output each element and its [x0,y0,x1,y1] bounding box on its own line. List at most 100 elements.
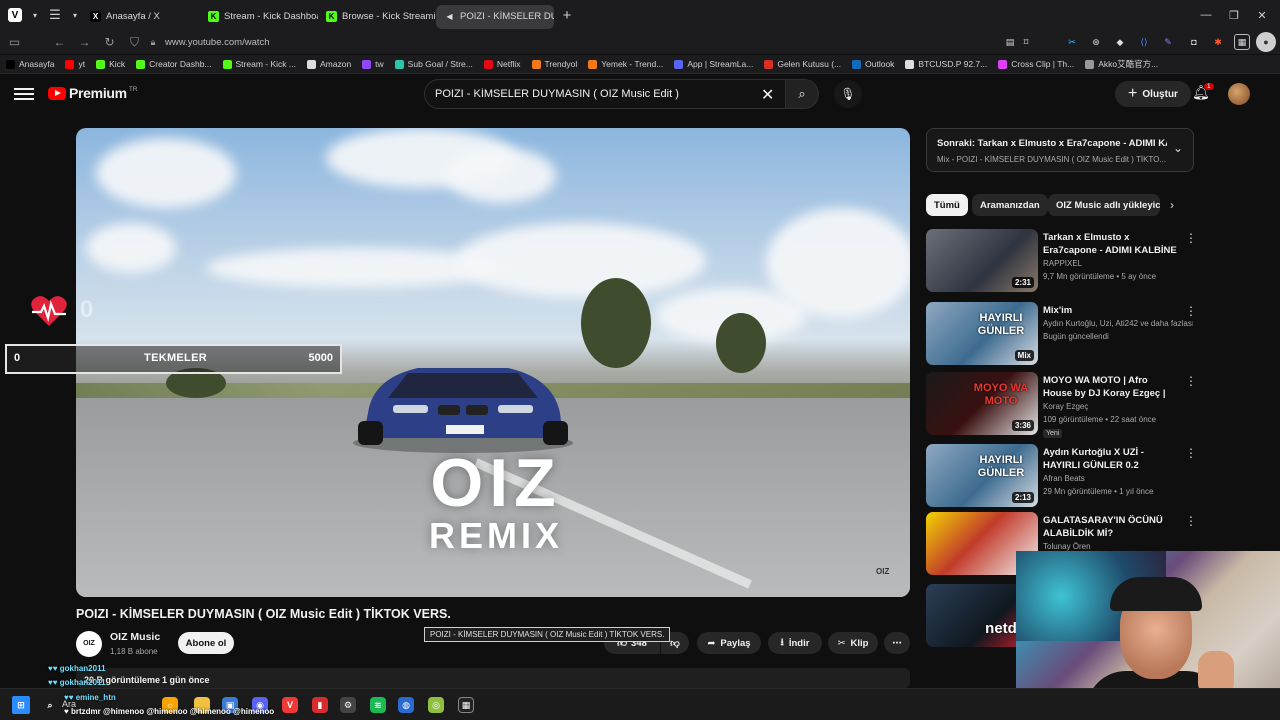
recommended-video[interactable]: 2:31 Tarkan x Elmusto x Era7capone - ADIM… [926,229,1197,293]
menu-icon[interactable] [14,85,34,101]
chevron-down-icon[interactable]: ⌄ [1173,141,1183,155]
app-icon[interactable]: ◍ [398,697,414,713]
more-vertical-icon[interactable]: ⋮ [1185,304,1197,318]
panel-toggle-icon[interactable]: ▭ [2,30,27,54]
recommended-title[interactable]: MOYO WA MOTO | Afro House by DJ Koray Ez… [1043,374,1179,400]
up-next-title: Sonraki: Tarkan x Elmusto x Era7capone -… [937,138,1167,149]
tab-youtube[interactable]: ◀ POIZI - KİMSELER DUYMAS [436,4,554,29]
bookmark-item[interactable]: Sub Goal / Stre... [394,59,473,69]
app-icon[interactable]: ⚙ [340,697,356,713]
chevron-right-icon[interactable]: › [1170,198,1174,212]
more-actions-button[interactable]: ⋯ [884,632,910,654]
vivaldi-icon[interactable]: V [282,697,298,713]
extension-icon[interactable]: ⊛ [1088,34,1104,50]
video-thumbnail[interactable]: HAYIRLI GÜNLER Mix [926,302,1038,365]
bookmark-icon[interactable]: ⌑ [1018,34,1034,50]
extension-icon[interactable]: ◆ [1112,34,1128,50]
share-button[interactable]: ➦ Paylaş [697,632,761,654]
back-icon[interactable]: ← [47,30,72,54]
extension-icon[interactable]: ◘ [1186,34,1202,50]
bookmark-favicon-icon [65,59,75,69]
bookmark-item[interactable]: Gelen Kutusu (... [764,59,841,69]
profile-avatar[interactable]: ● [1256,32,1276,52]
bookmark-item[interactable]: App | StreamLa... [674,59,753,69]
bookmark-item[interactable]: Creator Dashb... [136,59,212,69]
clear-search-icon[interactable]: ✕ [761,85,774,105]
windows-start-icon[interactable]: ⊞ [12,696,30,714]
bookmark-item[interactable]: Amazon [306,59,351,69]
chip-uploader[interactable]: OIZ Music adlı yükleyici [1048,194,1160,216]
more-vertical-icon[interactable]: ⋮ [1185,446,1197,460]
app-icon[interactable]: ▦ [458,697,474,713]
search-input[interactable] [435,88,755,100]
bookmark-item[interactable]: tw [362,59,384,69]
more-vertical-icon[interactable]: ⋮ [1185,374,1197,388]
recommended-title[interactable]: GALATASARAY'IN ÖCÜNÜ ALABİLDİK Mİ? [1043,514,1179,540]
account-avatar[interactable] [1228,83,1250,105]
extension-icon[interactable]: ✎ [1160,34,1176,50]
extension-icon[interactable]: ✱ [1210,34,1226,50]
recommended-title[interactable]: Tarkan x Elmusto x Era7capone - ADIMI KA… [1043,231,1179,257]
bookmark-item[interactable]: yt [65,59,85,69]
forward-icon[interactable]: → [72,30,97,54]
create-button[interactable]: + Oluştur [1115,81,1191,107]
extension-icon[interactable]: ⟨⟩ [1136,34,1152,50]
recommended-video[interactable]: HAYIRLI GÜNLER 2:13 Aydın Kurtoğlu X UZİ -… [926,444,1197,508]
video-thumbnail[interactable]: MOYO WA MOTO 3:36 [926,372,1038,435]
bookmark-item[interactable]: Trendyol [531,59,577,69]
clip-button[interactable]: ✂ Klip [828,632,878,654]
vivaldi-menu-icon[interactable]: V [2,0,28,30]
chip-from-search[interactable]: Aramanızdan [972,194,1048,216]
recommended-channel[interactable]: Afran Beats [1043,474,1193,483]
recommended-channel[interactable]: Koray Ezgeç [1043,402,1193,411]
extension-icon[interactable]: ▦ [1234,34,1250,50]
tab-kick-dashboard[interactable]: K Stream - Kick Dashboard [200,5,318,29]
search-icon[interactable]: ⌕ [42,697,58,713]
subscribe-button[interactable]: Abone ol [178,632,234,654]
channel-name[interactable]: OIZ Music [110,631,160,643]
extension-icon[interactable]: ✂ [1064,34,1080,50]
video-thumbnail[interactable]: HAYIRLI GÜNLER 2:13 [926,444,1038,507]
more-vertical-icon[interactable]: ⋮ [1185,231,1197,245]
bookmark-item[interactable]: Akko艾酷官方... [1085,58,1158,70]
bookmark-item[interactable]: Outlook [852,59,894,69]
new-tab-plus-icon[interactable]: + [554,0,580,30]
bookmark-item[interactable]: Netflix [483,59,521,69]
reload-icon[interactable]: ↻ [97,30,122,54]
up-next-card[interactable]: Sonraki: Tarkan x Elmusto x Era7capone -… [926,128,1194,172]
tab-x[interactable]: X Anasayfa / X [82,5,200,29]
chevron-down-icon[interactable]: ▾ [68,0,82,30]
more-vertical-icon[interactable]: ⋮ [1185,514,1197,528]
bookmark-favicon-icon [483,59,493,69]
recommended-channel[interactable]: RAPPIXEL [1043,259,1193,268]
recommended-title[interactable]: Mix'im [1043,304,1179,317]
tab-stack-icon[interactable]: ☰ [42,0,68,30]
tab-kick-browse[interactable]: K Browse - Kick Streaming [318,5,436,29]
chip-all[interactable]: Tümü [926,194,968,216]
app-icon[interactable]: ▮ [312,697,328,713]
bookmark-item[interactable]: Stream - Kick ... [222,59,296,69]
recommended-video[interactable]: MOYO WA MOTO 3:36 MOYO WA MOTO | Afro Hous… [926,372,1197,438]
bookmark-item[interactable]: Anasayfa [6,59,54,69]
bookmark-item[interactable]: BTCUSD.P 92.7... [905,59,987,69]
recommended-channel[interactable]: Tolunay Ören [1043,542,1193,551]
shield-icon[interactable]: ⛉ [122,30,147,54]
voice-search-button[interactable]: 🎙︎ [834,80,862,108]
url-field[interactable]: www.youtube.com/watch [165,37,270,48]
recommended-channel[interactable]: Aydın Kurtoğlu, Uzi, Ati242 ve daha fazl… [1043,319,1193,328]
download-button[interactable]: ⭳ İndir [768,632,822,654]
chevron-down-icon[interactable]: ▾ [28,0,42,30]
bookmark-item[interactable]: Cross Clip | Th... [998,59,1074,69]
search-button[interactable]: ⌕ [785,79,819,109]
close-icon[interactable]: ✕ [1246,0,1278,30]
reader-icon[interactable]: ▤ [1002,34,1018,50]
bookmark-item[interactable]: Yemek - Trend... [588,59,663,69]
app-icon[interactable]: ◎ [428,697,444,713]
channel-avatar[interactable]: OIZ [76,631,102,657]
recommended-video[interactable]: HAYIRLI GÜNLER Mix Mix'im Aydın Kurtoğlu, U… [926,302,1197,366]
spotify-icon[interactable]: ≋ [370,697,386,713]
video-thumbnail[interactable]: 2:31 [926,229,1038,292]
recommended-title[interactable]: Aydın Kurtoğlu X UZİ - HAYIRLI GÜNLER 0.… [1043,446,1179,472]
bookmark-item[interactable]: Kick [96,59,125,69]
youtube-premium-logo[interactable]: Premium TR [48,85,137,101]
